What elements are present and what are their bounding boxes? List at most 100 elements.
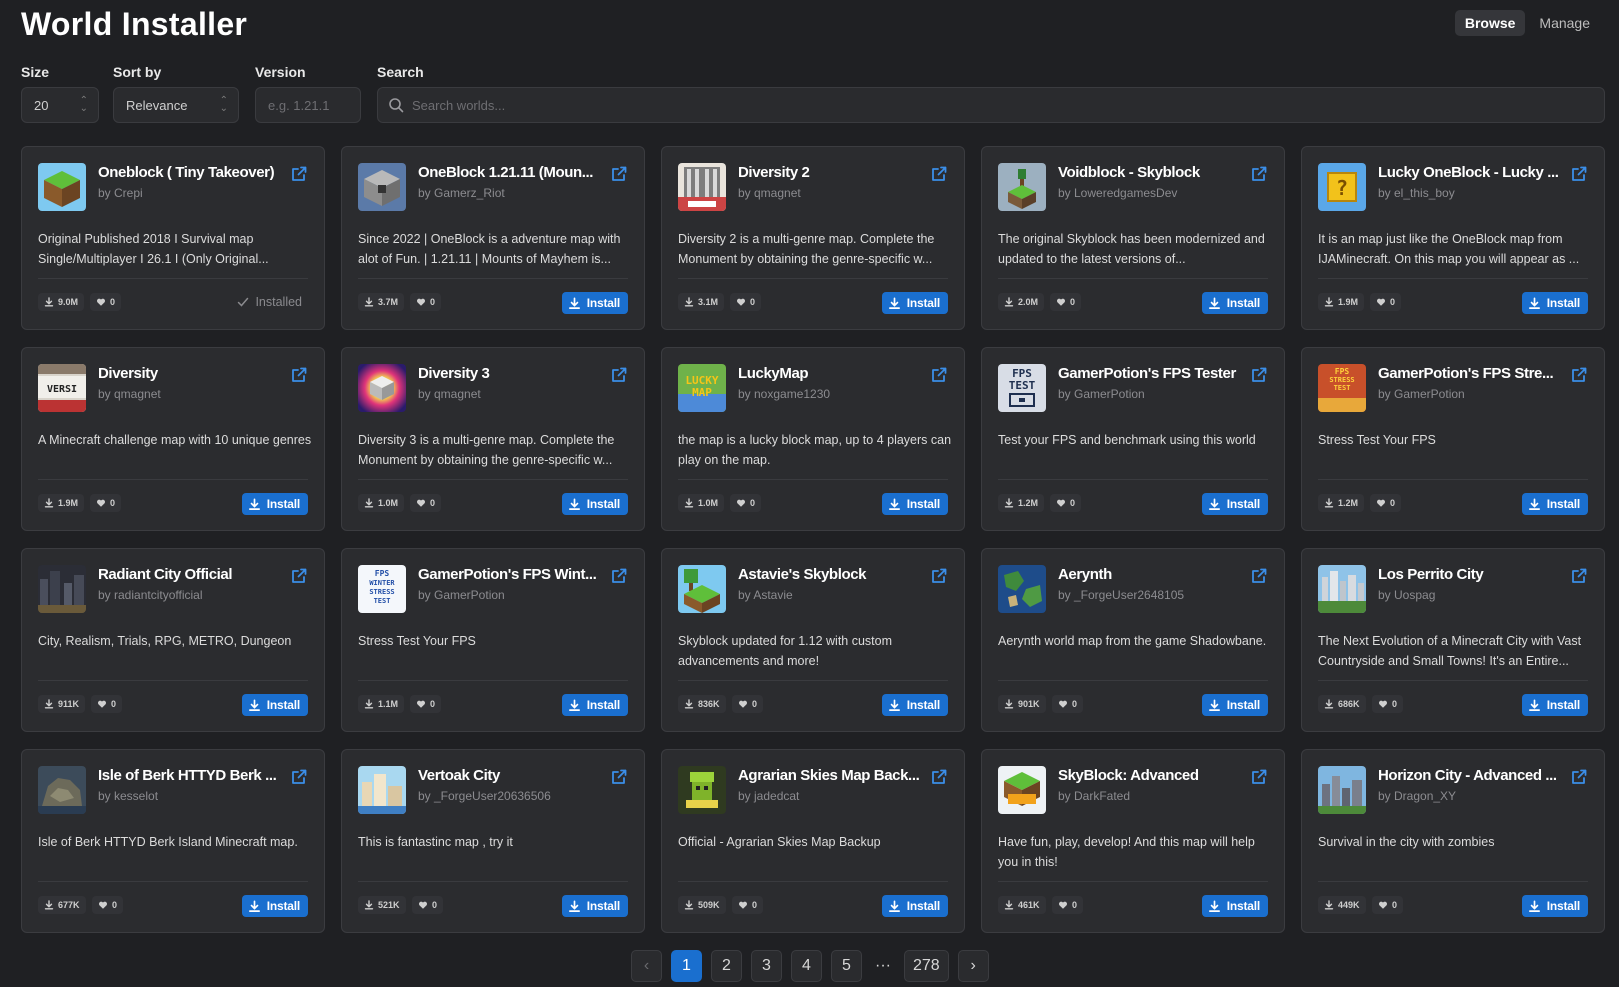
world-title[interactable]: LuckyMap [738,365,924,382]
version-input[interactable]: e.g. 1.21.1 [255,87,361,123]
world-description: Isle of Berk HTTYD Berk Island Minecraft… [38,835,298,849]
world-card[interactable]: Voidblock - Skyblock by LoweredgamesDev … [981,146,1285,330]
world-title[interactable]: Oneblock ( Tiny Takeover) [98,164,284,181]
prev-page-button[interactable]: ‹ [631,950,662,982]
install-button[interactable]: Install [561,895,628,917]
world-title[interactable]: Aerynth [1058,566,1244,583]
world-title[interactable]: Radiant City Official [98,566,284,583]
world-card[interactable]: Diversity 2 by qmagnet Diversity 2 is a … [661,146,965,330]
external-link-icon[interactable] [1250,768,1268,786]
world-title[interactable]: OneBlock 1.21.11 (Moun... [418,164,604,181]
downloads-count: 521K [378,900,400,910]
install-button[interactable]: Install [241,694,308,716]
external-link-icon[interactable] [930,768,948,786]
world-card[interactable]: VERSI Diversity by qmagnet A Minecraft c… [21,347,325,531]
world-card[interactable]: Astavie's Skyblock by Astavie Skyblock u… [661,548,965,732]
page-button-3[interactable]: 3 [751,950,782,982]
sort-select[interactable]: Relevance ⌃ ⌄ [113,87,239,123]
external-link-icon[interactable] [610,768,628,786]
install-button[interactable]: Install [1201,895,1268,917]
world-thumbnail [998,163,1046,211]
world-title[interactable]: Isle of Berk HTTYD Berk ... [98,767,284,784]
page-button-1[interactable]: 1 [671,950,702,982]
world-title[interactable]: Vertoak City [418,767,604,784]
world-card[interactable]: ? Lucky OneBlock - Lucky ... by el_this_… [1301,146,1605,330]
world-title[interactable]: Horizon City - Advanced ... [1378,767,1564,784]
external-link-icon[interactable] [1570,768,1588,786]
external-link-icon[interactable] [290,567,308,585]
next-page-button[interactable]: › [957,950,989,982]
external-link-icon[interactable] [930,366,948,384]
world-title[interactable]: GamerPotion's FPS Stre... [1378,365,1564,382]
install-button[interactable]: Install [1521,292,1588,314]
search-input[interactable]: Search worlds... [377,87,1605,123]
tab-manage[interactable]: Manage [1529,10,1600,36]
world-card[interactable]: Vertoak City by _ForgeUser20636506 This … [341,749,645,933]
external-link-icon[interactable] [290,366,308,384]
external-link-icon[interactable] [1250,165,1268,183]
world-card[interactable]: Isle of Berk HTTYD Berk ... by kesselot … [21,749,325,933]
world-title[interactable]: GamerPotion's FPS Tester [1058,365,1244,382]
world-title[interactable]: Diversity [98,365,284,382]
world-title[interactable]: Astavie's Skyblock [738,566,924,583]
world-title[interactable]: Los Perrito City [1378,566,1564,583]
world-author: by kesselot [98,789,159,803]
world-title[interactable]: GamerPotion's FPS Wint... [418,566,604,583]
external-link-icon[interactable] [610,366,628,384]
world-title[interactable]: Voidblock - Skyblock [1058,164,1244,181]
external-link-icon[interactable] [930,567,948,585]
install-button[interactable]: Install [881,493,948,515]
world-card[interactable]: FPS TEST GamerPotion's FPS Tester by Game… [981,347,1285,531]
install-button[interactable]: Install [1201,493,1268,515]
install-button[interactable]: Install [561,493,628,515]
world-title[interactable]: Diversity 2 [738,164,924,181]
install-button[interactable]: Install [1201,694,1268,716]
install-button[interactable]: Install [1521,895,1588,917]
external-link-icon[interactable] [1570,567,1588,585]
page-button-2[interactable]: 2 [711,950,742,982]
external-link-icon[interactable] [930,165,948,183]
page-button-4[interactable]: 4 [791,950,822,982]
world-card[interactable]: LUCKY MAP LuckyMap by noxgame1230 the map… [661,347,965,531]
install-button[interactable]: Install [241,493,308,515]
world-card[interactable]: Diversity 3 by qmagnet Diversity 3 is a … [341,347,645,531]
install-button[interactable]: Install [561,292,628,314]
world-title[interactable]: SkyBlock: Advanced [1058,767,1244,784]
external-link-icon[interactable] [610,567,628,585]
download-icon [1528,900,1540,912]
world-title[interactable]: Agrarian Skies Map Back... [738,767,924,784]
size-label: Size [21,64,50,80]
world-card[interactable]: Agrarian Skies Map Back... by jadedcat O… [661,749,965,933]
world-card[interactable]: Los Perrito City by Uospag The Next Evol… [1301,548,1605,732]
world-card[interactable]: OneBlock 1.21.11 (Moun... by Gamerz_Riot… [341,146,645,330]
world-card[interactable]: Horizon City - Advanced ... by Dragon_XY… [1301,749,1605,933]
world-card[interactable]: FPS WINTER STRESS TEST GamerPotion's FPS Wi… [341,548,645,732]
external-link-icon[interactable] [610,165,628,183]
install-button[interactable]: Install [1521,694,1588,716]
external-link-icon[interactable] [290,165,308,183]
install-button[interactable]: Install [1201,292,1268,314]
install-button[interactable]: Install [881,292,948,314]
page-button-last[interactable]: 278 [903,950,949,982]
size-select[interactable]: 20 ⌃ ⌄ [21,87,99,123]
world-title[interactable]: Lucky OneBlock - Lucky ... [1378,164,1564,181]
install-button[interactable]: Install [1521,493,1588,515]
install-button[interactable]: Install [881,694,948,716]
external-link-icon[interactable] [290,768,308,786]
download-icon [568,699,580,711]
tab-browse[interactable]: Browse [1454,10,1526,36]
external-link-icon[interactable] [1250,567,1268,585]
external-link-icon[interactable] [1570,366,1588,384]
external-link-icon[interactable] [1570,165,1588,183]
world-card[interactable]: Aerynth by _ForgeUser2648105 Aerynth wor… [981,548,1285,732]
world-card[interactable]: Oneblock ( Tiny Takeover) by Crepi Origi… [21,146,325,330]
page-button-5[interactable]: 5 [831,950,862,982]
external-link-icon[interactable] [1250,366,1268,384]
world-title[interactable]: Diversity 3 [418,365,604,382]
install-button[interactable]: Install [561,694,628,716]
world-card[interactable]: Radiant City Official by radiantcityoffi… [21,548,325,732]
install-button[interactable]: Install [881,895,948,917]
world-card[interactable]: SkyBlock: Advanced by DarkFated Have fun… [981,749,1285,933]
world-card[interactable]: FPS STRESS TEST GamerPotion's FPS Stre... … [1301,347,1605,531]
install-button[interactable]: Install [241,895,308,917]
